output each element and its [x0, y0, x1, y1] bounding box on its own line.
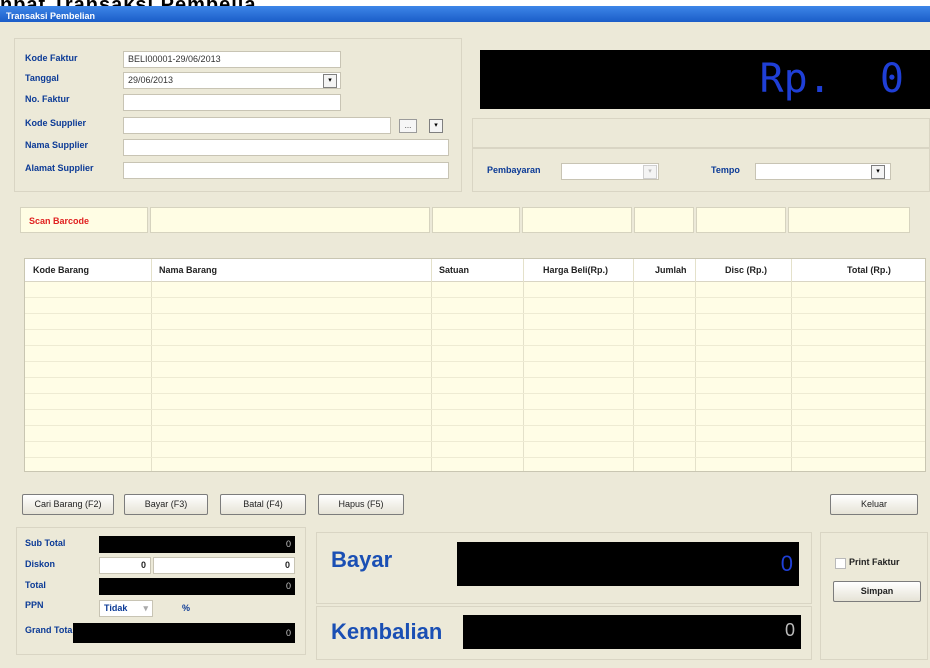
total-label: Total: [25, 580, 46, 590]
print-faktur-checkbox[interactable]: [835, 558, 846, 569]
tanggal-label: Tanggal: [25, 73, 59, 83]
scan-total-field[interactable]: [788, 207, 910, 233]
bayar-panel: Bayar 0: [316, 532, 812, 604]
column-nama-barang[interactable]: Nama Barang: [159, 265, 217, 275]
ppn-option: Tidak: [104, 603, 128, 613]
total-display: Rp. 0: [480, 50, 930, 109]
row-divider: [25, 297, 925, 298]
row-divider: [25, 329, 925, 330]
row-divider: [25, 457, 925, 458]
column-divider: [151, 259, 152, 471]
row-divider: [25, 441, 925, 442]
info-strip: [472, 118, 930, 148]
row-divider: [25, 425, 925, 426]
column-divider: [791, 259, 792, 471]
kembalian-field: 0: [463, 615, 801, 649]
sub-total-field: 0: [99, 536, 295, 553]
bayar-button[interactable]: Bayar (F3): [124, 494, 208, 515]
column-divider: [431, 259, 432, 471]
transaction-window: Kode Faktur BELI00001-29/06/2013 Tanggal…: [0, 22, 930, 668]
column-disc[interactable]: Disc (Rp.): [725, 265, 767, 275]
no-faktur-label: No. Faktur: [25, 94, 70, 104]
kode-faktur-label: Kode Faktur: [25, 53, 78, 63]
grand-total-field: 0: [73, 623, 295, 643]
bayar-field[interactable]: 0: [457, 542, 799, 586]
column-divider: [695, 259, 696, 471]
keluar-button[interactable]: Keluar: [830, 494, 918, 515]
ppn-dropdown-icon: ▾: [143, 603, 148, 613]
column-divider: [633, 259, 634, 471]
cari-barang-button[interactable]: Cari Barang (F2): [22, 494, 114, 515]
window-titlebar[interactable]: Transaksi Pembelian: [0, 6, 930, 22]
diskon-value-field[interactable]: 0: [153, 557, 295, 574]
summary-panel: Sub Total 0 Diskon 0 0 Total 0 PPN Tidak…: [16, 527, 306, 655]
tempo-dropdown-icon[interactable]: ▾: [871, 165, 885, 179]
window-title: Transaksi Pembelian: [6, 11, 96, 21]
column-harga-beli[interactable]: Harga Beli(Rp.): [543, 265, 608, 275]
grand-total-value: 0: [285, 628, 291, 638]
row-divider: [25, 377, 925, 378]
alamat-supplier-field[interactable]: [123, 162, 449, 179]
total-value: 0: [285, 581, 291, 591]
scan-barcode-label-cell: Scan Barcode: [20, 207, 148, 233]
print-panel: Print Faktur Simpan: [820, 532, 928, 660]
kode-supplier-field[interactable]: [123, 117, 391, 134]
scan-satuan-field[interactable]: [432, 207, 520, 233]
chevron-down-icon[interactable]: ▾: [323, 74, 337, 88]
column-divider: [523, 259, 524, 471]
column-satuan[interactable]: Satuan: [439, 265, 469, 275]
kode-faktur-field[interactable]: BELI00001-29/06/2013: [123, 51, 341, 68]
diskon-label: Diskon: [25, 559, 56, 569]
total-display-text: Rp. 0: [759, 56, 905, 102]
scan-harga-field[interactable]: [522, 207, 632, 233]
nama-supplier-field[interactable]: [123, 139, 449, 156]
scan-nama-barang-field[interactable]: [150, 207, 430, 233]
tanggal-value: 29/06/2013: [128, 75, 174, 85]
header-form-panel: Kode Faktur BELI00001-29/06/2013 Tanggal…: [14, 38, 462, 192]
tanggal-date-picker[interactable]: 29/06/2013: [123, 72, 341, 89]
row-divider: [25, 361, 925, 362]
grand-total-label: Grand Total: [25, 625, 75, 635]
diskon-percent-field[interactable]: 0: [99, 557, 151, 574]
kembalian-value: 0: [784, 620, 795, 640]
items-table[interactable]: Kode Barang Nama Barang Satuan Harga Bel…: [24, 258, 926, 472]
no-faktur-field[interactable]: [123, 94, 341, 111]
pembayaran-dropdown-icon[interactable]: ▾: [643, 165, 657, 179]
hapus-button[interactable]: Hapus (F5): [318, 494, 404, 515]
ppn-label: PPN: [25, 600, 44, 610]
row-divider: [25, 393, 925, 394]
payment-panel: Pembayaran ▾ Tempo ▾: [472, 148, 930, 192]
nama-supplier-label: Nama Supplier: [25, 140, 89, 150]
supplier-dropdown-icon[interactable]: ▾: [429, 119, 443, 133]
kembalian-label: Kembalian: [331, 619, 443, 644]
batal-button[interactable]: Batal (F4): [220, 494, 306, 515]
column-total[interactable]: Total (Rp.): [847, 265, 891, 275]
row-divider: [25, 313, 925, 314]
row-divider: [25, 345, 925, 346]
ppn-percent-sign: %: [182, 603, 191, 613]
total-field: 0: [99, 578, 295, 595]
pembayaran-label: Pembayaran: [487, 165, 541, 175]
scan-barcode-label: Scan Barcode: [29, 216, 90, 226]
table-header: Kode Barang Nama Barang Satuan Harga Bel…: [25, 259, 925, 282]
print-faktur-label: Print Faktur: [849, 557, 900, 567]
scan-jumlah-field[interactable]: [634, 207, 694, 233]
sub-total-value: 0: [285, 539, 291, 549]
scan-disc-field[interactable]: [696, 207, 786, 233]
tempo-label: Tempo: [711, 165, 740, 175]
bayar-value: 0: [780, 551, 793, 576]
ppn-select[interactable]: Tidak ▾: [99, 600, 153, 617]
column-jumlah[interactable]: Jumlah: [655, 265, 687, 275]
column-kode-barang[interactable]: Kode Barang: [33, 265, 89, 275]
alamat-supplier-label: Alamat Supplier: [25, 163, 94, 173]
sub-total-label: Sub Total: [25, 538, 66, 548]
bayar-label: Bayar: [331, 547, 393, 572]
kode-supplier-label: Kode Supplier: [25, 118, 87, 128]
row-divider: [25, 409, 925, 410]
simpan-button[interactable]: Simpan: [833, 581, 921, 602]
kembalian-panel: Kembalian 0: [316, 606, 812, 660]
browse-supplier-button[interactable]: ...: [399, 119, 417, 133]
